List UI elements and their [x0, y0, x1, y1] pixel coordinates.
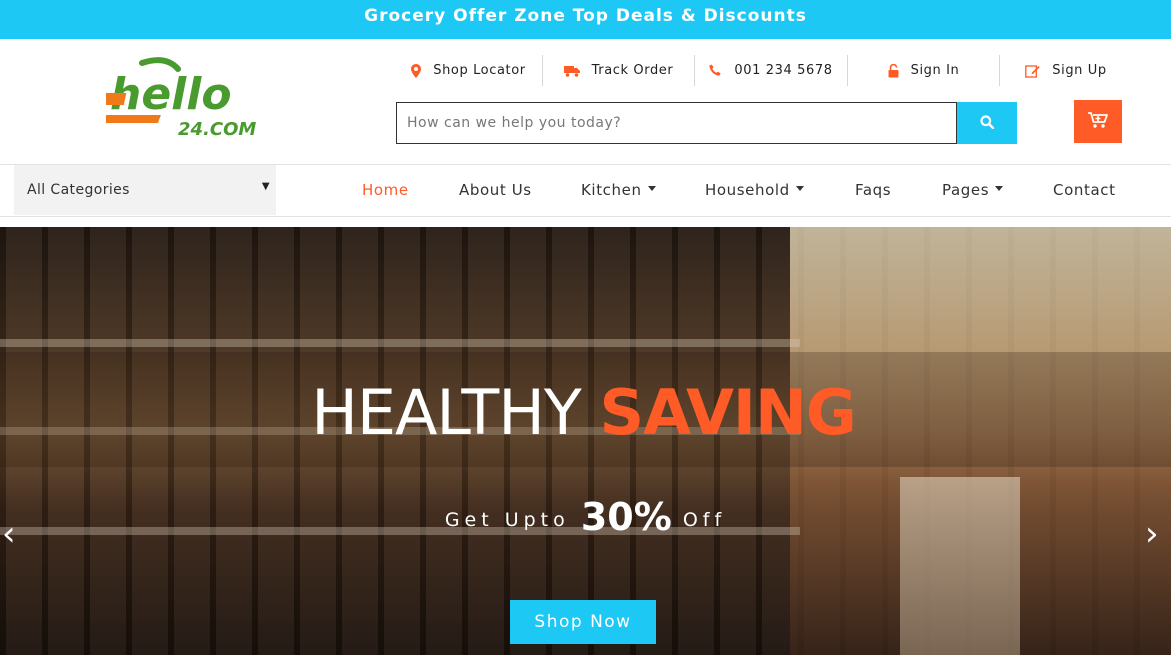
nav-home-label: Home [362, 181, 409, 199]
search-input[interactable] [396, 102, 957, 144]
phone-icon [709, 64, 722, 77]
hero-title-plain: HEALTHY [311, 376, 582, 449]
caret-down-icon [995, 186, 1004, 191]
shop-locator-link[interactable]: Shop Locator [395, 55, 543, 86]
sign-in-label: Sign In [910, 63, 960, 78]
nav-kitchen-label: Kitchen [581, 181, 642, 199]
site-header: hello 24.COM Shop Locator Track Order 00… [0, 39, 1171, 165]
phone-link[interactable]: 001 234 5678 [695, 55, 848, 86]
cart-button[interactable] [1074, 100, 1122, 143]
truck-icon [563, 65, 580, 77]
hero-title-accent: SAVING [599, 376, 857, 449]
nav-contact-label: Contact [1053, 181, 1116, 199]
nav-contact[interactable]: Contact [1053, 165, 1116, 215]
unlock-icon [888, 63, 899, 78]
nav-home[interactable]: Home [362, 165, 409, 215]
offer-banner: Grocery Offer Zone Top Deals & Discounts [0, 0, 1171, 39]
hero-background-shelf [0, 339, 800, 347]
hero-sub-prefix: Get Upto [444, 509, 570, 531]
hero-title: HEALTHY SAVING [0, 377, 1169, 449]
hero-subtitle: Get Upto 30% Off [0, 495, 1171, 539]
hero-slider: HEALTHY SAVING Get Upto 30% Off Shop Now… [0, 227, 1171, 655]
nav-pages[interactable]: Pages [942, 165, 1004, 215]
search-button[interactable] [957, 102, 1017, 144]
hero-discount: 30% [580, 495, 672, 539]
caret-down-icon [795, 186, 804, 191]
shop-locator-label: Shop Locator [433, 63, 526, 78]
offer-banner-text: Grocery Offer Zone Top Deals & Discounts [364, 6, 807, 26]
caret-down-icon [647, 186, 656, 191]
next-slide-icon[interactable]: › [1145, 517, 1159, 551]
map-marker-icon [411, 63, 422, 78]
edit-icon [1025, 64, 1040, 78]
search-icon [980, 114, 995, 132]
hello24-logo[interactable]: hello 24.COM [106, 57, 256, 141]
utility-links: Shop Locator Track Order 001 234 5678 Si… [395, 55, 1132, 86]
main-nav: All Categories ▼ Home About Us Kitchen H… [0, 165, 1171, 217]
nav-kitchen[interactable]: Kitchen [581, 165, 656, 215]
category-select[interactable]: All Categories ▼ [14, 165, 276, 215]
nav-faqs[interactable]: Faqs [855, 165, 891, 215]
nav-faqs-label: Faqs [855, 181, 892, 199]
logo-sub-text: 24.COM [178, 119, 256, 140]
phone-label: 001 234 5678 [734, 63, 833, 78]
prev-slide-icon[interactable]: ‹ [2, 517, 16, 551]
hero-sub-suffix: Off [682, 509, 727, 531]
sign-up-link[interactable]: Sign Up [1000, 55, 1132, 86]
chevron-down-icon: ▼ [261, 181, 270, 192]
nav-household[interactable]: Household [705, 165, 804, 215]
sign-in-link[interactable]: Sign In [848, 55, 1000, 86]
category-select-value: All Categories [27, 182, 130, 198]
nav-about-us-label: About Us [459, 181, 532, 199]
cart-icon [1087, 111, 1109, 133]
nav-pages-label: Pages [942, 181, 990, 199]
nav-about-us[interactable]: About Us [459, 165, 532, 215]
nav-household-label: Household [705, 181, 790, 199]
sign-up-label: Sign Up [1052, 63, 1107, 78]
logo-main-text: hello [110, 69, 232, 120]
track-order-label: Track Order [591, 63, 674, 78]
track-order-link[interactable]: Track Order [543, 55, 695, 86]
shop-now-button[interactable]: Shop Now [510, 600, 656, 644]
